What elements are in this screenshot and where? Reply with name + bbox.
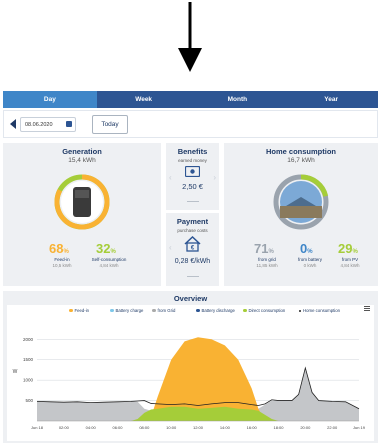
legend-label: Battery charge xyxy=(115,308,144,313)
x-tick-label: 22:00 xyxy=(327,425,338,430)
from-battery-value: 0 kWh xyxy=(303,263,317,268)
home-consumption-panel: Home consumption 16,7 kWh 71% from grid … xyxy=(224,143,378,286)
generation-value: 15,4 kWh xyxy=(68,157,96,164)
legend-item[interactable]: Battery charge xyxy=(110,308,143,313)
benefits-value: 2,50 € xyxy=(182,182,203,191)
from-grid-value: 11,85 kWh xyxy=(256,263,278,268)
x-tick-label: 08:00 xyxy=(139,425,150,430)
benefits-label: earned money xyxy=(178,158,207,163)
generation-donut xyxy=(54,174,110,230)
from-pv-value: 4,84 kWh xyxy=(340,263,360,268)
x-tick-label: 02:00 xyxy=(59,425,70,430)
y-tick-label: 1500 xyxy=(23,357,34,362)
feed-in-pct: 68% xyxy=(49,241,69,256)
arrow-down-icon xyxy=(178,2,202,72)
benefits-pager xyxy=(187,201,199,202)
legend-dot xyxy=(152,308,156,313)
x-tick-label: Jun 18 xyxy=(31,425,44,430)
x-tick-label: 14:00 xyxy=(220,425,231,430)
payment-pager xyxy=(187,276,199,277)
from-battery-label: from battery xyxy=(297,257,322,262)
y-tick-label: 500 xyxy=(25,398,33,403)
overview-chart-area: Feed-in Battery charge from Grid Battery… xyxy=(7,305,374,441)
from-grid-label: from grid xyxy=(258,257,276,262)
self-consumption-value: 4,84 kWh xyxy=(99,263,119,268)
legend-label: Home consumption xyxy=(303,308,341,313)
tab-month[interactable]: Month xyxy=(191,91,285,108)
self-consumption-label: Self-consumption xyxy=(91,257,127,262)
legend-item[interactable]: Home consumption xyxy=(299,308,340,313)
feed-in-value: 10,5 kWh xyxy=(52,263,72,268)
tab-week[interactable]: Week xyxy=(97,91,191,108)
legend-dot xyxy=(299,309,301,312)
banknote-icon xyxy=(185,166,200,177)
benefits-next-icon[interactable]: › xyxy=(213,173,216,182)
benefits-panel: Benefits earned money ‹ › 2,50 € xyxy=(166,143,219,210)
period-tabs: Day Week Month Year xyxy=(3,91,378,108)
tab-year[interactable]: Year xyxy=(284,91,378,108)
legend-label: Direct consumption xyxy=(248,308,286,313)
x-tick-label: 10:00 xyxy=(166,425,177,430)
self-consumption-pct: 32% xyxy=(96,241,116,256)
legend-label: from Grid xyxy=(157,308,176,313)
generation-title: Generation xyxy=(62,147,102,156)
overview-panel: Overview Feed-in Battery charge from Gri… xyxy=(3,291,378,443)
legend-item[interactable]: Direct consumption xyxy=(243,308,285,313)
from-pv-label: from PV xyxy=(341,257,359,262)
payment-label: purchase costs xyxy=(177,228,208,233)
legend-item[interactable]: Feed-in xyxy=(69,308,89,313)
overview-chart: 500 1000 1500 2000 W Jun 18 02:00 04:00 06:00 08:… xyxy=(13,337,366,430)
payment-value: 0,28 €/kWh xyxy=(174,258,211,265)
x-tick-label: Jun 19 xyxy=(353,425,366,430)
feed-in-label: Feed-in xyxy=(54,257,70,262)
calendar-icon[interactable] xyxy=(66,121,72,127)
x-tick-label: 18:00 xyxy=(273,425,284,430)
x-tick-label: 06:00 xyxy=(112,425,123,430)
today-button[interactable]: Today xyxy=(92,115,128,134)
payment-title: Payment xyxy=(176,217,209,226)
date-bar: 08.06.2020 Today xyxy=(3,110,378,138)
legend-label: Battery discharge xyxy=(201,308,235,313)
x-tick-label: 12:00 xyxy=(193,425,204,430)
legend-item[interactable]: Battery discharge xyxy=(196,308,235,313)
chevron-left-icon[interactable] xyxy=(10,119,16,129)
x-tick-label: 16:00 xyxy=(247,425,258,430)
generation-panel: Generation 15,4 kWh 68% Feed-in 10,5 kWh… xyxy=(3,143,161,286)
hamburger-menu-icon[interactable] xyxy=(364,306,370,311)
legend-dot xyxy=(69,308,73,313)
from-pv-pct: 29% xyxy=(338,241,358,256)
benefits-prev-icon[interactable]: ‹ xyxy=(169,173,172,182)
home-value: 16,7 kWh xyxy=(287,157,315,164)
legend-dot xyxy=(196,308,200,313)
y-axis-label: W xyxy=(13,369,18,375)
y-tick-label: 2000 xyxy=(23,337,34,342)
legend-dot xyxy=(243,308,247,313)
legend-dot xyxy=(110,308,114,313)
payment-prev-icon[interactable]: ‹ xyxy=(169,243,172,252)
house-euro-icon: € xyxy=(184,236,201,252)
overview-title: Overview xyxy=(173,294,208,303)
from-battery-pct: 0% xyxy=(300,241,313,256)
tab-day[interactable]: Day xyxy=(3,91,97,108)
legend-item[interactable]: from Grid xyxy=(152,308,175,313)
x-tick-label: 20:00 xyxy=(300,425,311,430)
legend-label: Feed-in xyxy=(74,308,90,313)
benefits-title: Benefits xyxy=(177,147,208,156)
y-tick-label: 1000 xyxy=(23,378,34,383)
payment-panel: Payment purchase costs € ‹ 0,28 €/kWh xyxy=(166,213,219,286)
home-donut xyxy=(273,174,329,230)
chart-legend: Feed-in Battery charge from Grid Battery… xyxy=(7,308,374,316)
x-tick-label: 04:00 xyxy=(86,425,97,430)
home-title: Home consumption xyxy=(265,147,336,156)
from-grid-pct: 71% xyxy=(254,241,274,256)
